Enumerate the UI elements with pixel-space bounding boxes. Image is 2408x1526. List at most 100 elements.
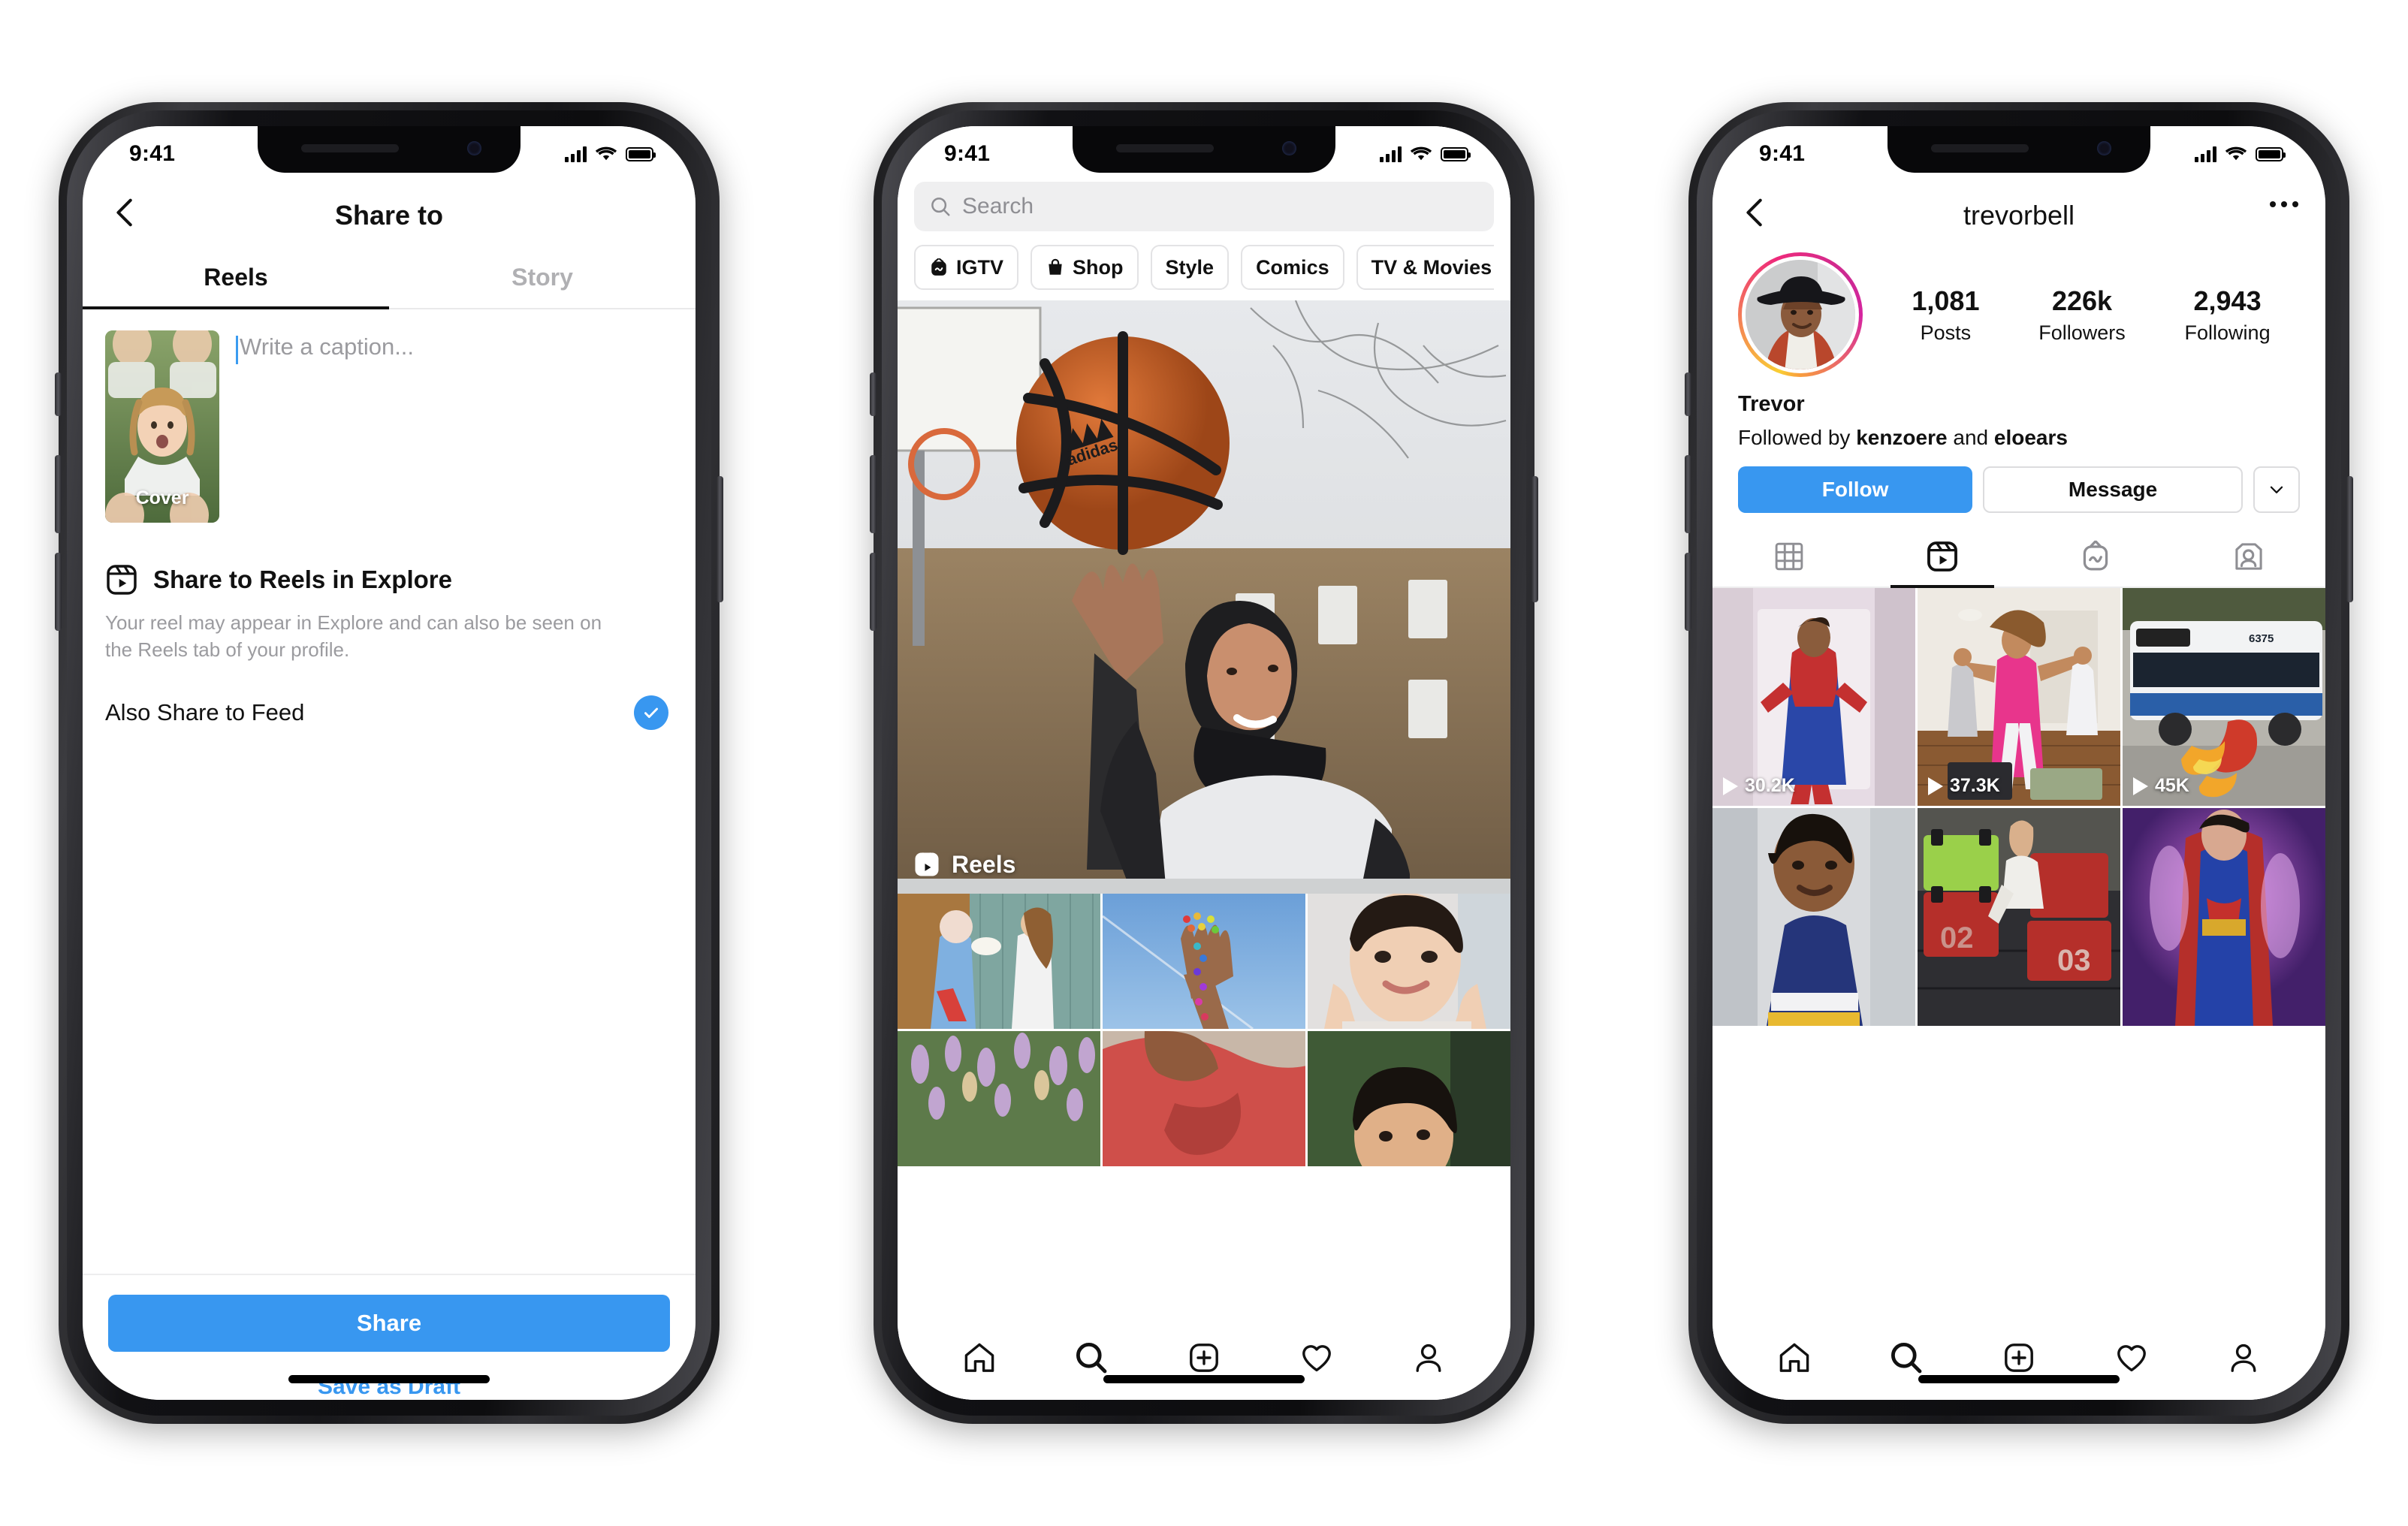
search-icon[interactable] (1888, 1340, 1924, 1376)
explore-hero-reel[interactable]: adidas Reels (898, 300, 1510, 894)
chip-style[interactable]: Style (1150, 245, 1230, 290)
reel-grid-item[interactable]: 02 03 (1918, 808, 2120, 1026)
power-button[interactable] (1531, 476, 1538, 602)
reels-badge-label: Reels (952, 850, 1016, 878)
mute-switch[interactable] (1685, 372, 1691, 416)
category-chip-list[interactable]: IGTV Shop Style Comics TV & Movies (914, 231, 1494, 300)
explore-grid-item[interactable] (1308, 1031, 1510, 1166)
tab-tagged[interactable] (2172, 526, 2325, 587)
search-icon (931, 198, 950, 216)
chevron-left-icon[interactable] (1738, 195, 1773, 230)
heart-icon[interactable] (2114, 1340, 2150, 1376)
stat-posts[interactable]: 1,081 Posts (1912, 285, 1979, 345)
search-icon[interactable] (1073, 1340, 1109, 1376)
heart-icon[interactable] (1299, 1340, 1335, 1376)
plus-square-icon[interactable] (1186, 1340, 1222, 1376)
stat-followers[interactable]: 226k Followers (2038, 285, 2126, 345)
volume-down-button[interactable] (870, 553, 877, 631)
shop-bag-icon (1049, 258, 1062, 275)
explore-grid-item[interactable] (1103, 894, 1305, 1029)
volume-up-button[interactable] (55, 455, 62, 533)
explore-grid-item[interactable] (1308, 894, 1510, 1029)
mute-switch[interactable] (55, 372, 62, 416)
thumbnail-image (1308, 1031, 1510, 1166)
reel-thumbnail: 6375 (2123, 588, 2325, 806)
search-placeholder: Search (962, 194, 1034, 219)
follow-button[interactable]: Follow (1738, 466, 1973, 513)
reel-thumbnail: 02 03 (1918, 808, 2120, 1026)
profile-icon[interactable] (1411, 1340, 1447, 1376)
chip-label: Shop (1073, 255, 1124, 279)
status-time: 9:41 (129, 141, 176, 166)
chevron-left-icon[interactable] (108, 195, 143, 230)
mute-switch[interactable] (870, 372, 877, 416)
view-count-value: 37.3K (1950, 775, 2000, 796)
reel-cover-thumbnail[interactable]: Cover (105, 330, 219, 523)
more-actions-button[interactable] (2253, 466, 2300, 513)
power-button[interactable] (2346, 476, 2353, 602)
reel-grid-item[interactable]: 37.3K (1918, 588, 2120, 806)
tab-grid[interactable] (1712, 526, 1866, 587)
mutual-follower-2[interactable]: eloears (1994, 426, 2068, 449)
volume-down-button[interactable] (1685, 553, 1691, 631)
reels-badge: Reels (913, 850, 1015, 879)
share-button[interactable]: Share (108, 1295, 670, 1352)
stat-following[interactable]: 2,943 Following (2185, 285, 2271, 345)
tab-story[interactable]: Story (389, 246, 696, 308)
phone-mockup-share-to: 9:41 Share to Reels Story Cover Write a … (55, 102, 723, 1424)
home-icon[interactable] (1776, 1340, 1812, 1376)
explore-grid-item[interactable] (1103, 1031, 1305, 1166)
share-to-screen: Share to Reels Story Cover Write a capti… (83, 126, 696, 1400)
avatar[interactable] (1746, 260, 1855, 369)
thumbnail-image (1103, 1031, 1305, 1166)
wifi-icon (1410, 146, 1432, 161)
mutual-follower-1[interactable]: kenzoere (1856, 426, 1947, 449)
caption-input-wrap[interactable]: Write a caption... (236, 330, 673, 523)
stat-value: 226k (2051, 285, 2113, 316)
home-indicator[interactable] (1918, 1375, 2120, 1383)
volume-down-button[interactable] (55, 553, 62, 631)
chip-label: Style (1165, 255, 1215, 279)
play-icon (2133, 777, 2148, 795)
reel-grid-item[interactable]: 6375 45K (2123, 588, 2325, 806)
battery-icon (1441, 146, 1471, 161)
tab-igtv[interactable] (2019, 526, 2172, 587)
reel-grid-item[interactable] (2123, 808, 2325, 1026)
notch (1073, 126, 1335, 173)
phone2-screen: 9:41 Search IGTV Shop Style Comics TV & … (898, 126, 1510, 1400)
volume-up-button[interactable] (870, 455, 877, 533)
power-button[interactable] (717, 476, 723, 602)
reel-grid-item[interactable] (1712, 808, 1915, 1026)
chip-igtv[interactable]: IGTV (914, 245, 1019, 290)
home-icon[interactable] (961, 1340, 997, 1376)
reel-view-count: 37.3K (1928, 775, 2000, 797)
also-share-to-feed-row[interactable]: Also Share to Feed (105, 695, 673, 730)
explore-grid-item[interactable] (898, 1031, 1100, 1166)
play-icon (1723, 777, 1738, 795)
tab-reels[interactable] (1866, 526, 2019, 588)
chip-tv-and-movies[interactable]: TV & Movies (1356, 245, 1494, 290)
avatar-story-ring[interactable] (1738, 252, 1863, 377)
reel-thumbnail (1918, 588, 2120, 806)
reel-grid-item[interactable]: 30.2K (1712, 588, 1915, 806)
home-indicator[interactable] (1103, 1375, 1305, 1383)
battery-icon (2256, 146, 2286, 161)
chip-shop[interactable]: Shop (1030, 245, 1139, 290)
svg-text:02: 02 (1940, 921, 1974, 955)
notch (258, 126, 521, 173)
tab-reels[interactable]: Reels (83, 246, 389, 309)
explore-grid-item[interactable] (898, 894, 1100, 1029)
play-icon (1928, 777, 1943, 795)
home-indicator[interactable] (288, 1375, 490, 1383)
reel-thumbnail (2123, 808, 2325, 1026)
stat-value: 1,081 (1912, 285, 1980, 316)
screenshot-stage: 9:41 Share to Reels Story Cover Write a … (0, 0, 2408, 1526)
also-share-to-feed-checkbox[interactable] (634, 695, 668, 730)
profile-icon[interactable] (2225, 1340, 2262, 1376)
search-input[interactable]: Search (914, 182, 1494, 231)
chip-comics[interactable]: Comics (1241, 245, 1344, 290)
plus-square-icon[interactable] (2001, 1340, 2037, 1376)
volume-up-button[interactable] (1685, 455, 1691, 533)
message-button[interactable]: Message (1983, 466, 2243, 513)
more-options-icon[interactable] (2270, 201, 2298, 207)
